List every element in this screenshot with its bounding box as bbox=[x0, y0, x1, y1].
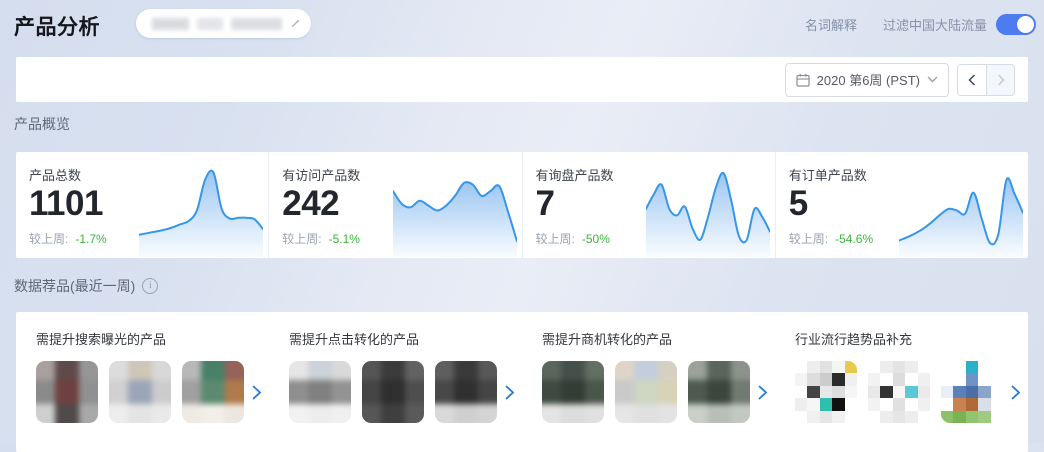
glossary-link[interactable]: 名词解释 bbox=[805, 15, 857, 34]
chevron-right-icon[interactable] bbox=[251, 384, 262, 401]
sparkline-chart bbox=[139, 164, 264, 257]
info-icon[interactable]: i bbox=[142, 278, 159, 294]
masked-account-selector[interactable] bbox=[136, 9, 311, 38]
masked-text bbox=[230, 17, 282, 30]
product-thumbnail[interactable] bbox=[688, 361, 750, 423]
rec-column-opportunity-conversion: 需提升商机转化的产品 bbox=[522, 329, 775, 452]
product-thumbnail[interactable] bbox=[182, 361, 244, 423]
toolbar: 2020 第6周 (PST) bbox=[16, 57, 1028, 102]
compare-label: 较上周: bbox=[282, 232, 322, 246]
product-thumbnail[interactable] bbox=[289, 361, 351, 423]
chevron-right-icon[interactable] bbox=[1010, 384, 1021, 401]
product-thumbnail[interactable] bbox=[868, 361, 930, 423]
overview-section-title: 产品概览 bbox=[14, 116, 70, 132]
rec-column-title: 行业流行趋势品补充 bbox=[795, 332, 913, 347]
compare-label: 较上周: bbox=[535, 232, 575, 246]
toggle-knob bbox=[1017, 15, 1034, 33]
rec-column-industry-trends: 行业流行趋势品补充 bbox=[775, 329, 1028, 452]
metric-card-total-products[interactable]: 产品总数 1101 较上周: -1.7% bbox=[16, 152, 268, 258]
product-thumbnail[interactable] bbox=[795, 361, 857, 423]
product-thumbnail[interactable] bbox=[435, 361, 497, 423]
compare-label: 较上周: bbox=[29, 232, 69, 246]
next-week-button[interactable] bbox=[986, 64, 1014, 95]
prev-week-button[interactable] bbox=[958, 64, 986, 95]
china-traffic-filter: 过滤中国大陆流量 bbox=[882, 13, 1036, 35]
change-value: -54.6% bbox=[835, 232, 874, 246]
product-thumbnail[interactable] bbox=[362, 361, 424, 423]
change-value: -50% bbox=[581, 232, 610, 246]
rec-column-search-exposure: 需提升搜索曝光的产品 bbox=[16, 329, 269, 452]
chevron-left-icon bbox=[968, 73, 976, 86]
metric-card-order-products[interactable]: 有订单产品数 5 较上周: -54.6% bbox=[774, 152, 1028, 258]
rec-column-title: 需提升搜索曝光的产品 bbox=[36, 332, 167, 347]
masked-text bbox=[152, 17, 190, 30]
compare-label: 较上周: bbox=[788, 232, 829, 246]
rec-column-title: 需提升商机转化的产品 bbox=[542, 332, 673, 347]
week-nav bbox=[957, 63, 1015, 96]
filter-toggle[interactable] bbox=[996, 13, 1036, 35]
chevron-right-icon bbox=[997, 73, 1005, 86]
calendar-icon bbox=[796, 73, 810, 87]
filter-label: 过滤中国大陆流量 bbox=[882, 17, 987, 33]
product-thumbnail[interactable] bbox=[542, 361, 604, 423]
week-selector[interactable]: 2020 第6周 (PST) bbox=[784, 62, 949, 97]
overview-metrics: 产品总数 1101 较上周: -1.7% 有访问产品数 242 较上周: -5.1%… bbox=[16, 152, 1028, 258]
week-selector-label: 2020 第6周 (PST) bbox=[816, 73, 920, 88]
metric-card-inquiry-products[interactable]: 有询盘产品数 7 较上周: -50% bbox=[521, 152, 775, 258]
product-thumbnail[interactable] bbox=[615, 361, 677, 423]
recommendations-title-text: 数据荐品(最近一周) bbox=[14, 278, 136, 294]
product-thumbnail[interactable] bbox=[109, 361, 171, 423]
metric-card-visited-products[interactable]: 有访问产品数 242 较上周: -5.1% bbox=[268, 152, 521, 258]
change-value: -5.1% bbox=[328, 232, 360, 246]
page-title: 产品分析 bbox=[14, 16, 100, 39]
product-thumbnail[interactable] bbox=[941, 361, 1003, 423]
rec-column-click-conversion: 需提升点击转化的产品 bbox=[269, 329, 522, 452]
sparkline-chart bbox=[645, 164, 770, 257]
change-value: -1.7% bbox=[75, 232, 107, 246]
chevron-right-icon[interactable] bbox=[757, 384, 768, 401]
recommendations-panel: 需提升搜索曝光的产品 需提升点击转化的产品 需提升商机转化的产品 行业流行趋势品… bbox=[16, 312, 1028, 452]
sparkline-chart bbox=[899, 164, 1023, 257]
edit-icon bbox=[291, 19, 300, 28]
masked-text bbox=[197, 17, 223, 30]
header-actions: 名词解释 过滤中国大陆流量 bbox=[805, 0, 1036, 48]
chevron-down-icon bbox=[927, 76, 938, 83]
rec-column-title: 需提升点击转化的产品 bbox=[289, 332, 420, 347]
sparkline-chart bbox=[392, 164, 517, 257]
chevron-right-icon[interactable] bbox=[504, 384, 515, 401]
product-thumbnail[interactable] bbox=[36, 361, 98, 423]
recommendations-section-title: 数据荐品(最近一周) i bbox=[14, 276, 159, 296]
